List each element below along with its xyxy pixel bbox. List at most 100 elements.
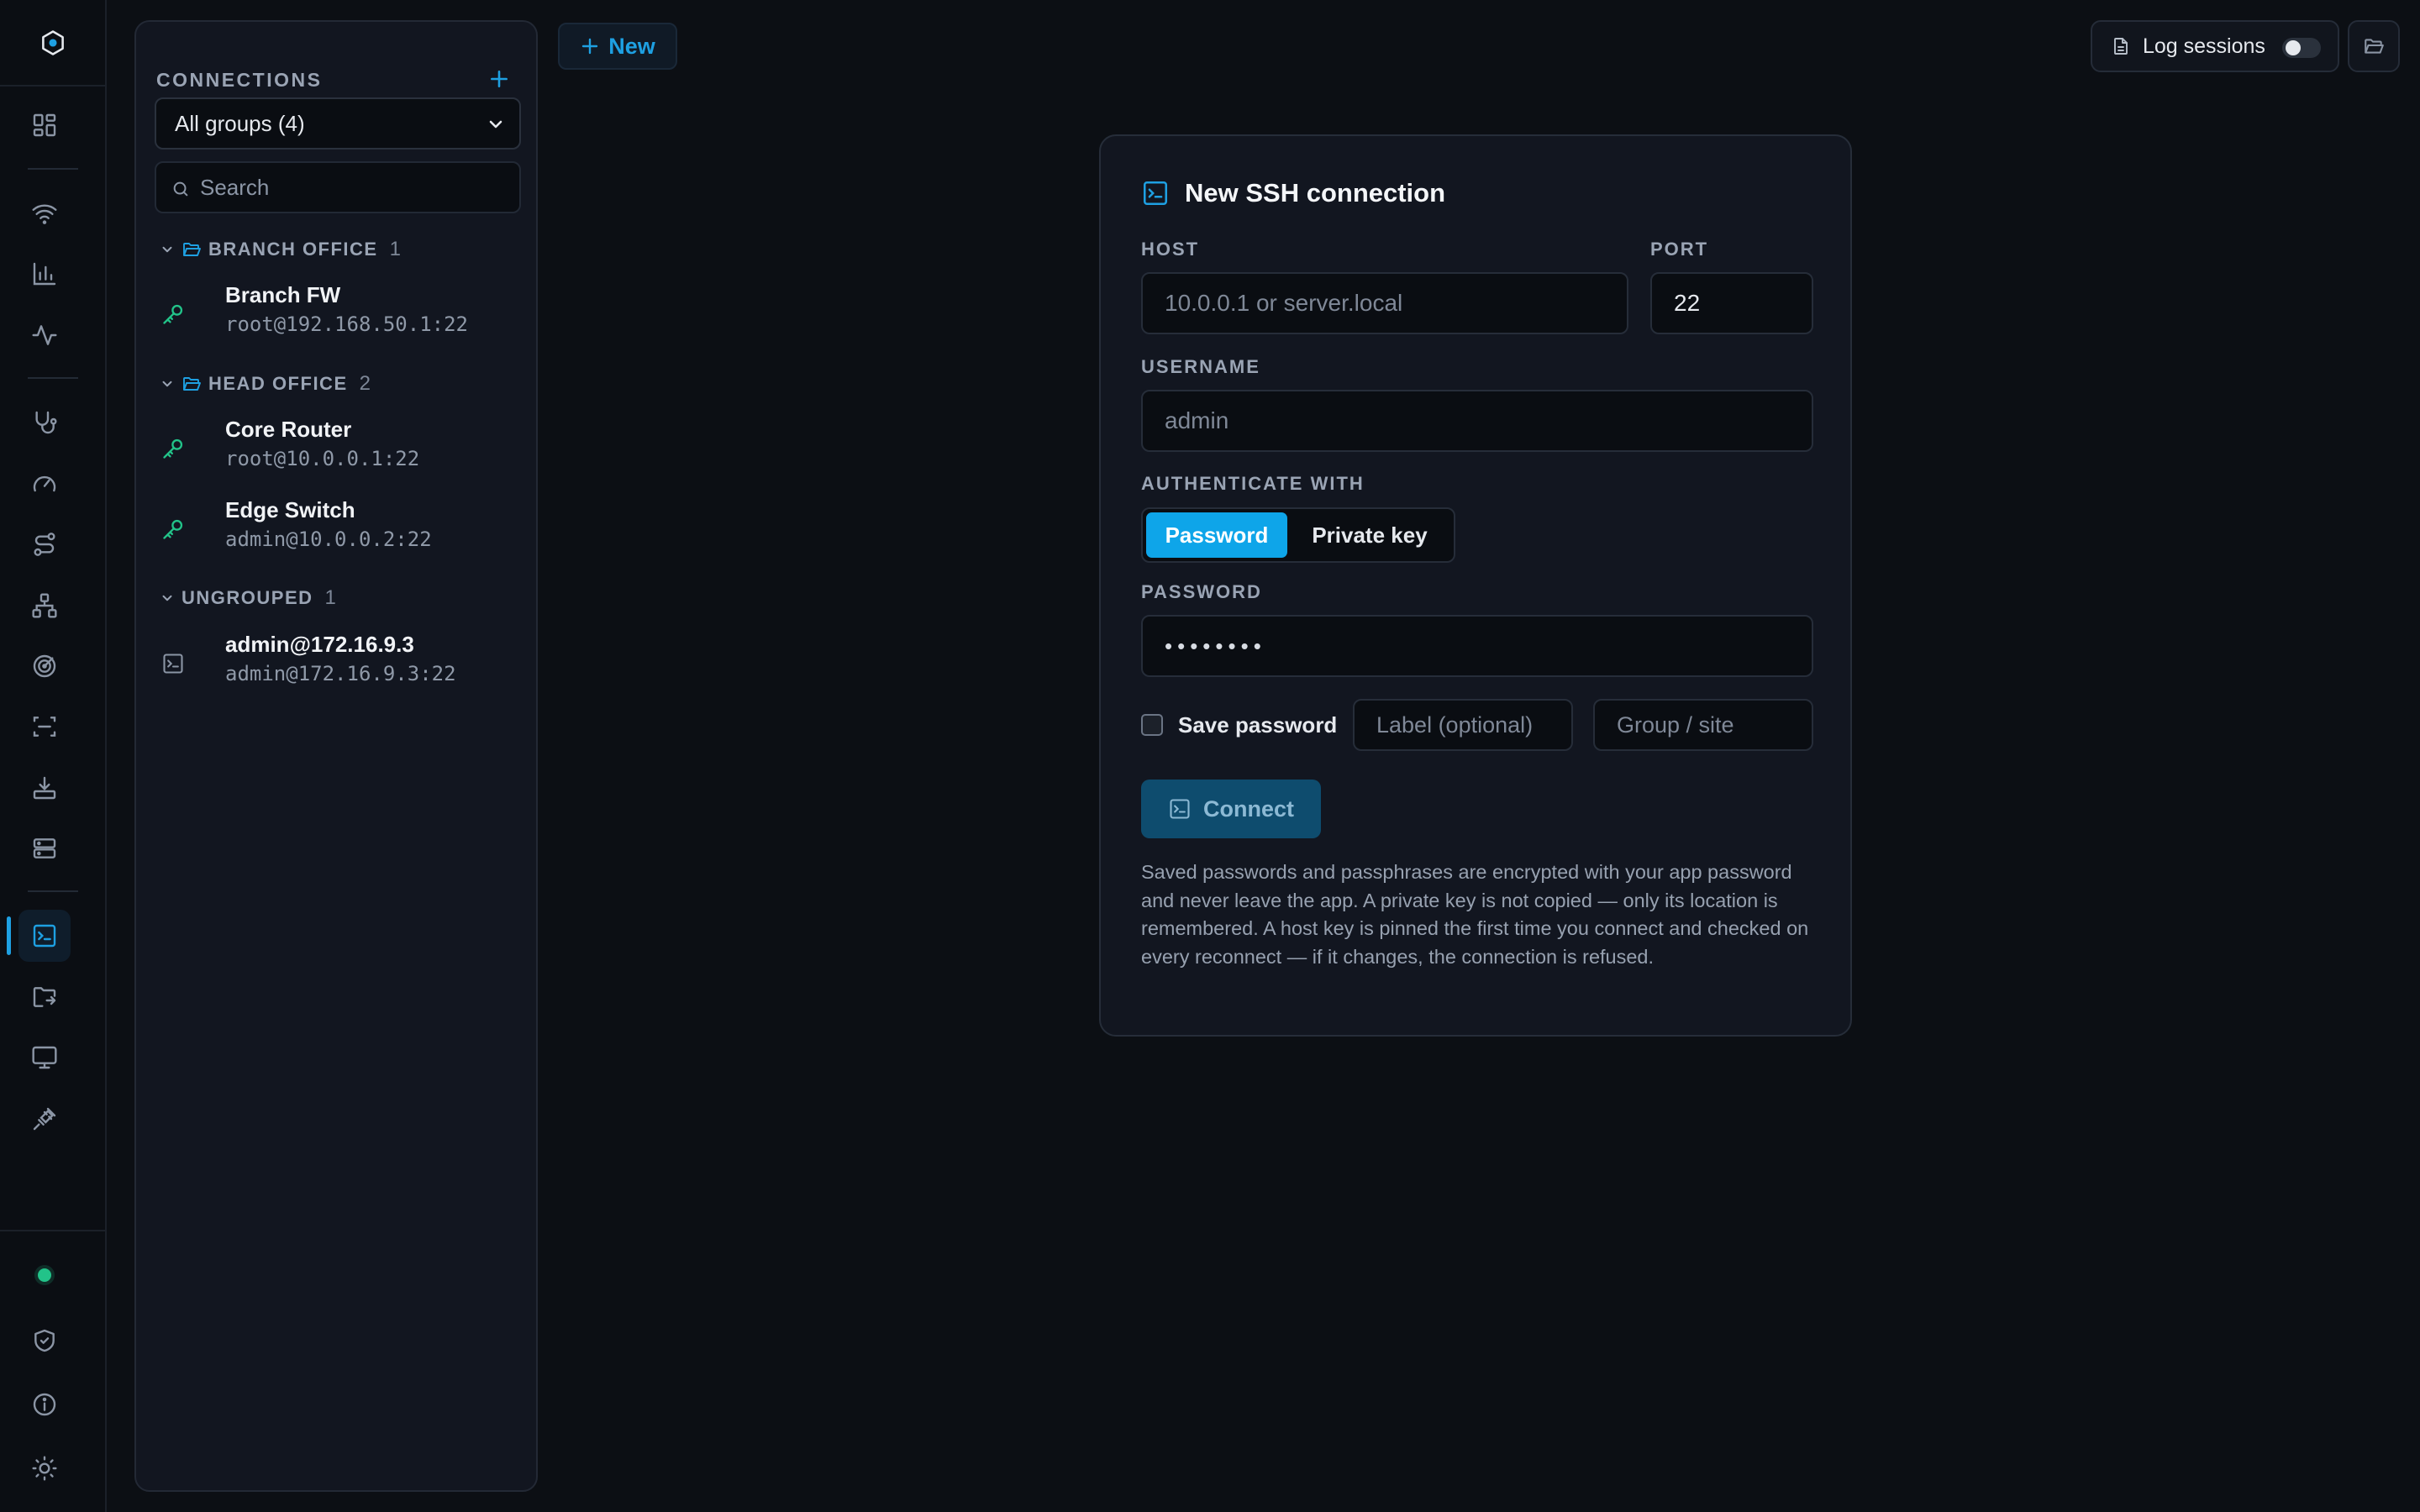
rail-download-button[interactable] <box>18 762 71 814</box>
security-note: Saved passwords and passphrases are encr… <box>1141 861 1809 968</box>
rail-server-button[interactable] <box>18 822 71 874</box>
connection-item-edge-switch[interactable]: Edge Switch admin@10.0.0.2:22 <box>161 497 514 564</box>
download-tray-icon <box>33 776 56 800</box>
key-icon <box>163 519 183 539</box>
rail-diagnostics-button[interactable] <box>18 396 71 449</box>
connection-item-core-router[interactable]: Core Router root@10.0.0.1:22 <box>161 417 514 484</box>
icon-rail <box>0 0 107 1512</box>
folder-sync-icon <box>33 987 56 1007</box>
rail-bottom-divider <box>0 1230 105 1231</box>
network-topology-icon <box>32 593 57 618</box>
group-name: BRANCH OFFICE <box>208 239 378 260</box>
connection-address: root@10.0.0.1:22 <box>225 447 420 470</box>
terminal-icon <box>33 924 56 948</box>
label-input[interactable]: Label (optional) <box>1353 699 1573 751</box>
connections-panel: CONNECTIONS All groups (4) Search BRANCH… <box>134 20 538 1492</box>
port-value: 22 <box>1674 290 1701 316</box>
connection-name: Core Router <box>225 417 352 442</box>
connection-address: root@192.168.50.1:22 <box>225 312 468 336</box>
rail-wifi-button[interactable] <box>18 187 71 239</box>
stethoscope-icon <box>35 411 57 434</box>
log-sessions-toggle-button[interactable]: Log sessions <box>2091 20 2339 72</box>
group-filter-value: All groups (4) <box>175 110 305 136</box>
connect-button[interactable]: Connect <box>1141 780 1321 838</box>
info-icon <box>33 1393 56 1416</box>
terminal-icon <box>163 654 183 674</box>
group-filter-select[interactable]: All groups (4) <box>155 97 521 150</box>
route-icon <box>34 533 55 556</box>
group-site-placeholder: Group / site <box>1617 711 1734 738</box>
rail-activity-button[interactable] <box>18 309 71 361</box>
rail-divider <box>28 168 78 170</box>
rail-remote-desktop-button[interactable] <box>18 1032 71 1084</box>
terminal-icon <box>1170 799 1190 819</box>
group-count: 2 <box>359 372 371 395</box>
search-placeholder: Search <box>200 174 270 200</box>
rail-plugins-button[interactable] <box>18 1093 71 1145</box>
sun-icon <box>32 1456 57 1481</box>
rail-bar-chart-button[interactable] <box>18 248 71 300</box>
group-header-branch-office[interactable]: BRANCH OFFICE 1 <box>160 233 401 266</box>
rail-file-transfer-button[interactable] <box>18 971 71 1023</box>
group-header-ungrouped[interactable]: UNGROUPED 1 <box>160 581 336 615</box>
connection-address: admin@172.16.9.3:22 <box>225 662 456 685</box>
rail-terminal-button[interactable] <box>18 910 71 962</box>
search-icon <box>173 181 188 197</box>
save-password-label[interactable]: Save password <box>1178 712 1337 738</box>
key-icon <box>163 304 183 324</box>
port-input[interactable]: 22 <box>1650 272 1813 334</box>
plus-icon <box>582 38 598 55</box>
rail-radar-button[interactable] <box>18 640 71 692</box>
auth-option-password[interactable]: Password <box>1146 512 1287 558</box>
save-password-checkbox[interactable] <box>1141 714 1163 736</box>
server-icon <box>33 838 56 858</box>
username-placeholder: admin <box>1165 407 1229 433</box>
radar-icon <box>33 654 56 678</box>
username-input[interactable]: admin <box>1141 390 1813 452</box>
auth-option-private-key[interactable]: Private key <box>1294 512 1445 558</box>
speed-gauge-icon <box>33 475 56 492</box>
auth-method-label: AUTHENTICATE WITH <box>1141 473 1365 494</box>
connection-search-input[interactable]: Search <box>155 161 521 213</box>
rail-route-button[interactable] <box>18 518 71 570</box>
monitor-icon <box>32 1046 57 1069</box>
host-label: HOST <box>1141 239 1200 260</box>
rail-topology-button[interactable] <box>18 580 71 632</box>
port-label: PORT <box>1650 239 1709 260</box>
log-sessions-switch[interactable] <box>2282 38 2321 58</box>
connection-item-branch-fw[interactable]: Branch FW root@192.168.50.1:22 <box>161 282 514 349</box>
group-site-input[interactable]: Group / site <box>1593 699 1813 751</box>
rail-scan-button[interactable] <box>18 701 71 753</box>
rail-security-button[interactable] <box>18 1315 71 1367</box>
rail-theme-button[interactable] <box>18 1442 71 1494</box>
rail-info-button[interactable] <box>18 1378 71 1431</box>
connection-name: admin@172.16.9.3 <box>225 632 414 657</box>
group-name: HEAD OFFICE <box>208 373 348 394</box>
host-input[interactable]: 10.0.0.1 or server.local <box>1141 272 1628 334</box>
folder-open-icon <box>183 377 201 391</box>
app-logo[interactable] <box>0 0 105 87</box>
connection-item-admin-172-16-9-3[interactable]: admin@172.16.9.3 admin@172.16.9.3:22 <box>161 632 514 699</box>
new-button-label: New <box>608 33 655 59</box>
chevron-down-icon <box>489 120 502 129</box>
rail-dashboard-button[interactable] <box>18 99 71 151</box>
username-label: USERNAME <box>1141 356 1260 377</box>
new-ssh-connection-card: New SSH connection HOST 10.0.0.1 or serv… <box>1099 134 1852 1037</box>
password-label: PASSWORD <box>1141 581 1262 602</box>
chevron-down-icon <box>162 595 172 601</box>
document-icon <box>2114 38 2128 55</box>
wifi-icon <box>32 204 57 224</box>
group-header-head-office[interactable]: HEAD OFFICE 2 <box>160 367 371 401</box>
open-logs-folder-button[interactable] <box>2348 20 2400 72</box>
add-connection-button[interactable] <box>484 64 514 94</box>
new-connection-button[interactable]: New <box>558 23 677 70</box>
card-title-text: New SSH connection <box>1185 178 1446 207</box>
rail-speed-button[interactable] <box>18 458 71 510</box>
hexagon-logo-icon <box>41 29 64 55</box>
password-input[interactable]: •••••••• <box>1141 615 1813 677</box>
group-name: UNGROUPED <box>182 587 313 608</box>
group-count: 1 <box>389 238 401 260</box>
rail-divider <box>28 890 78 892</box>
folder-open-icon <box>183 243 201 256</box>
activity-pulse-icon <box>32 325 57 345</box>
